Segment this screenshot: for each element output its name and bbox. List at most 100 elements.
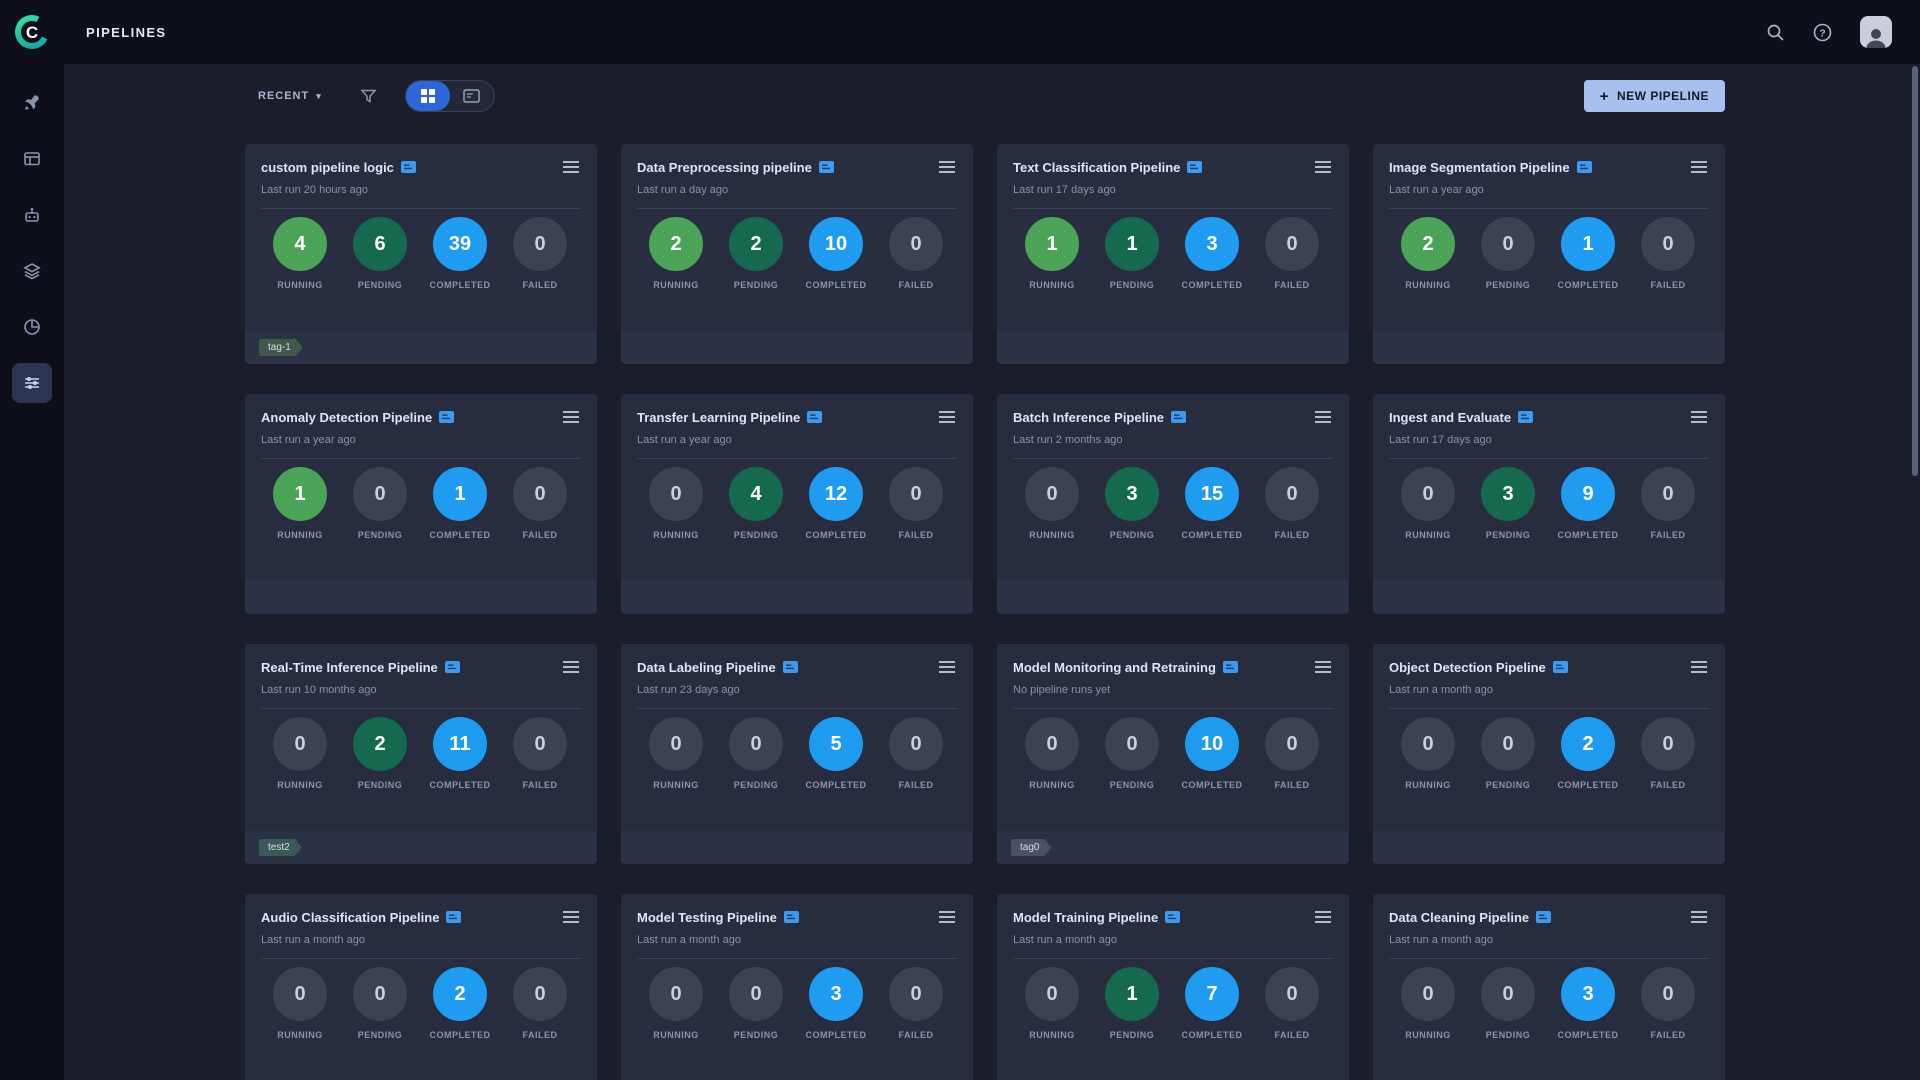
card-menu-icon[interactable] — [1689, 409, 1709, 425]
stat-pending: 1 PENDING — [1092, 217, 1172, 290]
pipeline-card[interactable]: Data Preprocessing pipeline Last run a d… — [621, 144, 973, 364]
card-menu-icon[interactable] — [937, 659, 957, 675]
card-menu-icon[interactable] — [937, 159, 957, 175]
stat-count-circle: 1 — [1561, 217, 1615, 271]
stat-count-circle: 2 — [729, 217, 783, 271]
stat-count-circle: 1 — [1105, 217, 1159, 271]
stat-count-circle: 0 — [1025, 967, 1079, 1021]
stat-count-circle: 0 — [1481, 967, 1535, 1021]
pipeline-project-icon — [445, 661, 460, 673]
sidebar-item-datasets[interactable] — [12, 251, 52, 291]
sidebar-item-reports[interactable] — [12, 307, 52, 347]
view-toggle — [405, 80, 495, 112]
sidebar-item-pipelines[interactable] — [12, 363, 52, 403]
search-icon[interactable] — [1766, 23, 1785, 42]
pipeline-name[interactable]: Model Testing Pipeline — [637, 910, 777, 925]
layers-icon — [22, 261, 42, 281]
stat-label: PENDING — [1468, 530, 1548, 540]
stat-label: FAILED — [500, 1030, 580, 1040]
stat-count-circle: 0 — [1025, 717, 1079, 771]
stat-completed: 9COMPLETED — [1548, 467, 1628, 540]
help-icon[interactable]: ? — [1813, 23, 1832, 42]
card-menu-icon[interactable] — [1313, 909, 1333, 925]
card-menu-icon[interactable] — [937, 909, 957, 925]
pipeline-card[interactable]: Anomaly Detection Pipeline Last run a ye… — [245, 394, 597, 614]
pipeline-card[interactable]: Model Monitoring and Retraining No pipel… — [997, 644, 1349, 864]
pipeline-name[interactable]: Object Detection Pipeline — [1389, 660, 1546, 675]
stat-label: RUNNING — [636, 1030, 716, 1040]
new-pipeline-button[interactable]: + NEW PIPELINE — [1584, 80, 1725, 112]
user-avatar[interactable] — [1860, 16, 1892, 48]
stat-count-circle: 0 — [513, 967, 567, 1021]
pipeline-card[interactable]: Text Classification Pipeline Last run 17… — [997, 144, 1349, 364]
pipeline-card[interactable]: Data Labeling Pipeline Last run 23 days … — [621, 644, 973, 864]
card-head: Ingest and Evaluate Last run 17 days ago — [1373, 394, 1725, 447]
card-footer: test2 — [245, 831, 597, 864]
stat-count-circle: 11 — [433, 717, 487, 771]
pipeline-name[interactable]: Transfer Learning Pipeline — [637, 410, 800, 425]
pipeline-card[interactable]: Transfer Learning Pipeline Last run a ye… — [621, 394, 973, 614]
pipeline-name[interactable]: Anomaly Detection Pipeline — [261, 410, 432, 425]
stat-completed: 2COMPLETED — [420, 967, 500, 1040]
grid-view-button[interactable] — [406, 81, 450, 111]
card-menu-icon[interactable] — [1689, 909, 1709, 925]
card-footer — [621, 581, 973, 614]
card-menu-icon[interactable] — [561, 159, 581, 175]
pipeline-card[interactable]: Data Cleaning Pipeline Last run a month … — [1373, 894, 1725, 1080]
pipeline-card[interactable]: Image Segmentation Pipeline Last run a y… — [1373, 144, 1725, 364]
stat-count-circle: 10 — [1185, 717, 1239, 771]
pipeline-name[interactable]: Audio Classification Pipeline — [261, 910, 439, 925]
pipeline-name[interactable]: Data Cleaning Pipeline — [1389, 910, 1529, 925]
sidebar-item-projects[interactable] — [12, 83, 52, 123]
pipeline-name[interactable]: Model Monitoring and Retraining — [1013, 660, 1216, 675]
sidebar-item-models[interactable] — [12, 195, 52, 235]
stat-count-circle: 0 — [273, 967, 327, 1021]
stat-completed: 2COMPLETED — [1548, 717, 1628, 790]
stat-label: PENDING — [1092, 280, 1172, 290]
app-logo[interactable]: C — [0, 0, 64, 64]
pipeline-name[interactable]: Model Training Pipeline — [1013, 910, 1158, 925]
card-menu-icon[interactable] — [1689, 659, 1709, 675]
card-menu-icon[interactable] — [937, 409, 957, 425]
card-head: Data Labeling Pipeline Last run 23 days … — [621, 644, 973, 697]
card-menu-icon[interactable] — [561, 409, 581, 425]
stat-label: COMPLETED — [1548, 530, 1628, 540]
pipeline-name[interactable]: Real-Time Inference Pipeline — [261, 660, 438, 675]
detail-view-button[interactable] — [450, 81, 494, 111]
pipeline-card[interactable]: Model Testing Pipeline Last run a month … — [621, 894, 973, 1080]
stat-label: RUNNING — [1012, 530, 1092, 540]
sort-dropdown[interactable]: RECENT ▾ — [258, 90, 322, 102]
card-menu-icon[interactable] — [1313, 409, 1333, 425]
sidebar-item-experiments[interactable] — [12, 139, 52, 179]
pipeline-card[interactable]: Batch Inference Pipeline Last run 2 mont… — [997, 394, 1349, 614]
pipeline-card[interactable]: Ingest and Evaluate Last run 17 days ago… — [1373, 394, 1725, 614]
pipeline-card[interactable]: custom pipeline logic Last run 20 hours … — [245, 144, 597, 364]
pipeline-name[interactable]: Image Segmentation Pipeline — [1389, 160, 1570, 175]
stat-completed: 3COMPLETED — [796, 967, 876, 1040]
stat-count-circle: 0 — [649, 717, 703, 771]
stat-label: COMPLETED — [420, 1030, 500, 1040]
pipeline-name[interactable]: Data Preprocessing pipeline — [637, 160, 812, 175]
pipeline-card[interactable]: Real-Time Inference Pipeline Last run 10… — [245, 644, 597, 864]
stat-label: FAILED — [1628, 280, 1708, 290]
card-menu-icon[interactable] — [1313, 159, 1333, 175]
card-menu-icon[interactable] — [561, 659, 581, 675]
pipeline-name[interactable]: Batch Inference Pipeline — [1013, 410, 1164, 425]
card-menu-icon[interactable] — [561, 909, 581, 925]
card-head: Text Classification Pipeline Last run 17… — [997, 144, 1349, 197]
pipeline-project-icon — [784, 911, 799, 923]
pipeline-name[interactable]: Ingest and Evaluate — [1389, 410, 1511, 425]
pipeline-card[interactable]: Object Detection Pipeline Last run a mon… — [1373, 644, 1725, 864]
card-menu-icon[interactable] — [1313, 659, 1333, 675]
pipeline-card[interactable]: Audio Classification Pipeline Last run a… — [245, 894, 597, 1080]
stat-label: RUNNING — [1012, 280, 1092, 290]
pipeline-name[interactable]: Data Labeling Pipeline — [637, 660, 776, 675]
scrollbar-thumb[interactable] — [1912, 66, 1918, 476]
last-run-text: Last run 2 months ago — [1013, 434, 1333, 447]
pipeline-card[interactable]: Model Training Pipeline Last run a month… — [997, 894, 1349, 1080]
card-menu-icon[interactable] — [1689, 159, 1709, 175]
filter-icon[interactable] — [360, 88, 377, 104]
pipeline-name[interactable]: Text Classification Pipeline — [1013, 160, 1180, 175]
pipeline-name[interactable]: custom pipeline logic — [261, 160, 394, 175]
stat-label: RUNNING — [636, 780, 716, 790]
